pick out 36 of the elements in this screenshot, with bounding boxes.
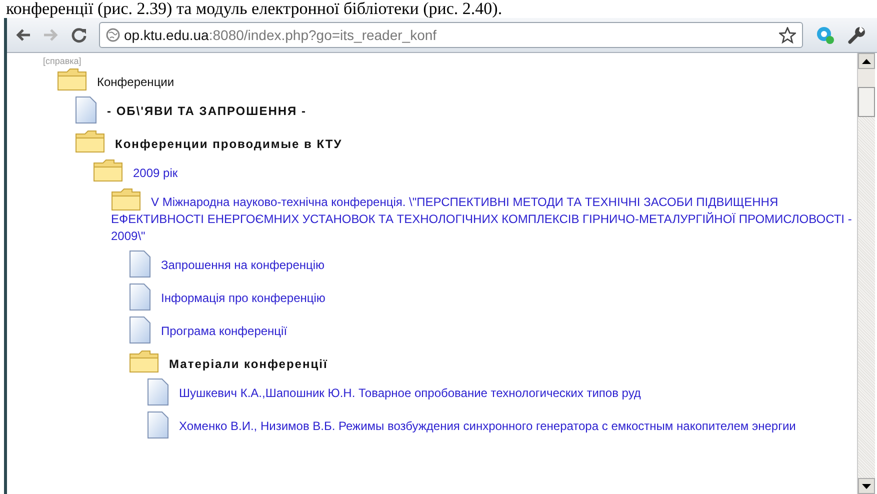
folder-icon [93,158,123,182]
document-icon [147,378,169,406]
tree-label[interactable]: Матеріали конференції [129,352,857,373]
document-icon [129,316,151,344]
document-icon [147,411,169,439]
document-text: конференції (рис. 2.39) та модуль електронної бібліотеки (рис. 2.40). [5,0,504,18]
tree-link[interactable]: Інформація про конференцію [129,286,857,307]
folder-icon [57,67,87,91]
scrollbar[interactable] [857,53,875,494]
tree-link[interactable]: Хоменко В.И., Низимов В.Б. Режимы возбуждения синхронного генератора с емкостным накопителем энергии [147,414,857,435]
scroll-down-button[interactable] [858,478,875,494]
star-icon[interactable] [779,26,796,44]
wrench-icon[interactable] [847,25,867,45]
reload-icon[interactable] [71,27,87,43]
tree-label[interactable]: Конференции [57,70,857,91]
tree-label[interactable]: Конференции проводимые в КТУ [75,132,857,153]
tree-link[interactable]: Шушкевич К.А.,Шапошник Ю.Н. Товарное опробование технологических типов руд [147,381,857,402]
extension-icon[interactable] [815,25,835,45]
globe-icon [106,28,120,42]
scroll-up-button[interactable] [858,53,875,69]
folder-icon [75,129,105,153]
down-arrow-icon [862,484,871,488]
document-icon [129,283,151,311]
tree-link[interactable]: 2009 рік [93,161,857,182]
document-icon [75,96,97,124]
address-bar[interactable]: op.ktu.edu.ua:8080/index.php?go=its_reader_konf [99,22,803,48]
tree-link[interactable]: Програма конференції [129,319,857,340]
tree-label[interactable]: - ОБ\'ЯВИ ТА ЗАПРОШЕННЯ - [75,99,857,120]
back-icon[interactable] [15,28,31,42]
tree-link[interactable]: V Міжнародна науково-технічна конференція. \"ПЕРСПЕКТИВНІ МЕТОДИ ТА ТЕХНІЧНІ ЗАСОБИ ПІДВИЩЕННЯ ЕФЕКТИВНОСТІ ЕНЕРГОЄМНИХ УСТАНОВОК ТА ТЕХНОЛОГІЧНИХ КОМПЛЕКСІВ ГІРНИЧО-МЕТАЛУРГІЙНОЇ ПРОМИСЛОВОСТІ - 2009\" [111,190,857,245]
up-arrow-icon [862,58,871,64]
tree-link[interactable]: Запрошення на конференцію [129,253,857,274]
folder-icon [111,187,141,211]
scroll-thumb[interactable] [858,87,875,117]
document-icon [129,250,151,278]
folder-icon [129,349,159,373]
